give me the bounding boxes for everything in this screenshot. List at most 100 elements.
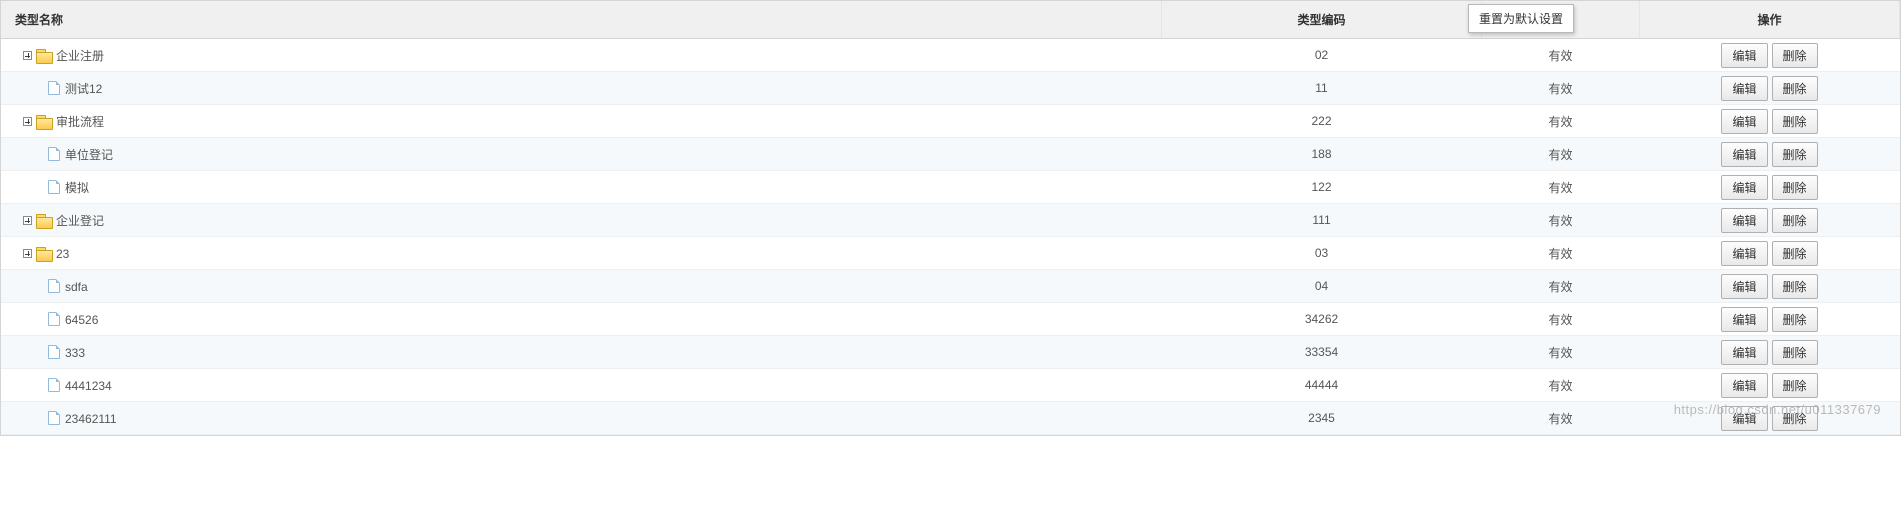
header-code: 类型编码 <box>1162 1 1482 39</box>
row-name-text: sdfa <box>65 279 88 293</box>
header-name: 类型名称 <box>1 1 1162 39</box>
expand-toggle-icon[interactable] <box>23 249 32 258</box>
cell-ops: 编辑删除 <box>1640 369 1900 402</box>
edit-button[interactable]: 编辑 <box>1721 43 1767 68</box>
cell-ops: 编辑删除 <box>1640 270 1900 303</box>
cell-name: 测试12 <box>1 72 1162 105</box>
cell-status: 有效 <box>1482 105 1640 138</box>
row-name-text: 模拟 <box>65 181 89 195</box>
table-row[interactable]: 单位登记188有效编辑删除 <box>1 138 1900 171</box>
cell-name: 企业注册 <box>1 39 1162 72</box>
cell-code: 188 <box>1162 138 1482 171</box>
file-icon <box>48 147 60 161</box>
cell-code: 04 <box>1162 270 1482 303</box>
delete-button[interactable]: 删除 <box>1772 406 1818 431</box>
table-row[interactable]: 审批流程222有效编辑删除 <box>1 105 1900 138</box>
row-name-text: 64526 <box>65 312 98 326</box>
cell-ops: 编辑删除 <box>1640 336 1900 369</box>
row-name-text: 企业注册 <box>56 49 104 63</box>
cell-name: 4441234 <box>1 369 1162 402</box>
file-icon <box>48 81 60 95</box>
table-row[interactable]: 2303有效编辑删除 <box>1 237 1900 270</box>
table-row[interactable]: 测试12 11有效 编辑删除 <box>1 72 1900 105</box>
table-row[interactable]: sdfa04有效编辑删除 <box>1 270 1900 303</box>
cell-ops: 编辑删除 <box>1640 402 1900 435</box>
edit-button[interactable]: 编辑 <box>1721 340 1767 365</box>
header-ops: 操作 <box>1640 1 1900 39</box>
table-row[interactable]: 企业登记111有效编辑删除 <box>1 204 1900 237</box>
delete-button[interactable]: 删除 <box>1772 109 1818 134</box>
delete-button[interactable]: 删除 <box>1772 373 1818 398</box>
delete-button[interactable]: 删除 <box>1772 340 1818 365</box>
file-icon <box>48 411 60 425</box>
cell-status: 有效 <box>1482 303 1640 336</box>
cell-status: 有效 <box>1482 237 1640 270</box>
delete-button[interactable]: 删除 <box>1772 208 1818 233</box>
tree-table: 类型名称 类型编码 有效 操作 企业注册02有效编辑删除测试1211有效编辑删除… <box>0 0 1901 436</box>
delete-button[interactable]: 删除 <box>1772 241 1818 266</box>
edit-button[interactable]: 编辑 <box>1721 175 1767 200</box>
edit-button[interactable]: 编辑 <box>1721 274 1767 299</box>
file-icon <box>48 345 60 359</box>
file-icon <box>48 279 60 293</box>
row-name-text: 23 <box>56 246 69 260</box>
edit-button[interactable]: 编辑 <box>1721 208 1767 233</box>
folder-icon <box>36 49 51 61</box>
table-row[interactable]: 企业注册02有效编辑删除 <box>1 39 1900 72</box>
table-row[interactable]: 6452634262有效编辑删除 <box>1 303 1900 336</box>
cell-code: 111 <box>1162 204 1482 237</box>
cell-ops: 编辑删除 <box>1640 39 1900 72</box>
table-header-row: 类型名称 类型编码 有效 操作 <box>1 1 1900 39</box>
cell-code: 11 <box>1162 72 1482 105</box>
cell-ops: 编辑删除 <box>1640 237 1900 270</box>
cell-code: 34262 <box>1162 303 1482 336</box>
cell-status: 有效 <box>1482 270 1640 303</box>
cell-ops: 编辑删除 <box>1640 105 1900 138</box>
row-name-text: 23462111 <box>65 411 117 425</box>
expand-toggle-icon[interactable] <box>23 216 32 225</box>
folder-icon <box>36 115 51 127</box>
cell-code: 44444 <box>1162 369 1482 402</box>
cell-status: 有效 <box>1482 336 1640 369</box>
row-name-text: 333 <box>65 345 85 359</box>
cell-status: 有效 <box>1482 138 1640 171</box>
edit-button[interactable]: 编辑 <box>1721 406 1767 431</box>
expand-toggle-icon[interactable] <box>23 117 32 126</box>
cell-code: 33354 <box>1162 336 1482 369</box>
cell-name: 64526 <box>1 303 1162 336</box>
table-row[interactable]: 33333354有效编辑删除 <box>1 336 1900 369</box>
edit-button[interactable]: 编辑 <box>1721 241 1767 266</box>
cell-code: 2345 <box>1162 402 1482 435</box>
file-icon <box>48 312 60 326</box>
cell-status: 有效 <box>1482 72 1640 105</box>
edit-button[interactable]: 编辑 <box>1721 373 1767 398</box>
edit-button[interactable]: 编辑 <box>1721 307 1767 332</box>
delete-button[interactable]: 删除 <box>1772 76 1818 101</box>
file-icon <box>48 378 60 392</box>
cell-name: 333 <box>1 336 1162 369</box>
cell-code: 222 <box>1162 105 1482 138</box>
delete-button[interactable]: 删除 <box>1772 307 1818 332</box>
table-row[interactable]: 444123444444有效编辑删除 <box>1 369 1900 402</box>
cell-name: 模拟 <box>1 171 1162 204</box>
cell-ops: 编辑删除 <box>1640 303 1900 336</box>
row-name-text: 4441234 <box>65 378 112 392</box>
cell-ops: 编辑删除 <box>1640 171 1900 204</box>
cell-name: 企业登记 <box>1 204 1162 237</box>
edit-button[interactable]: 编辑 <box>1721 109 1767 134</box>
delete-button[interactable]: 删除 <box>1772 175 1818 200</box>
edit-button[interactable]: 编辑 <box>1721 76 1767 101</box>
row-name-text: 测试12 <box>65 82 102 96</box>
table-row[interactable]: 234621112345有效编辑删除 <box>1 402 1900 435</box>
delete-button[interactable]: 删除 <box>1772 142 1818 167</box>
row-name-text: 企业登记 <box>56 214 104 228</box>
file-icon <box>48 180 60 194</box>
delete-button[interactable]: 删除 <box>1772 43 1818 68</box>
delete-button[interactable]: 删除 <box>1772 274 1818 299</box>
cell-status: 有效 <box>1482 402 1640 435</box>
cell-code: 122 <box>1162 171 1482 204</box>
reset-tooltip[interactable]: 重置为默认设置 <box>1468 4 1574 33</box>
table-row[interactable]: 模拟122有效编辑删除 <box>1 171 1900 204</box>
edit-button[interactable]: 编辑 <box>1721 142 1767 167</box>
expand-toggle-icon[interactable] <box>23 51 32 60</box>
